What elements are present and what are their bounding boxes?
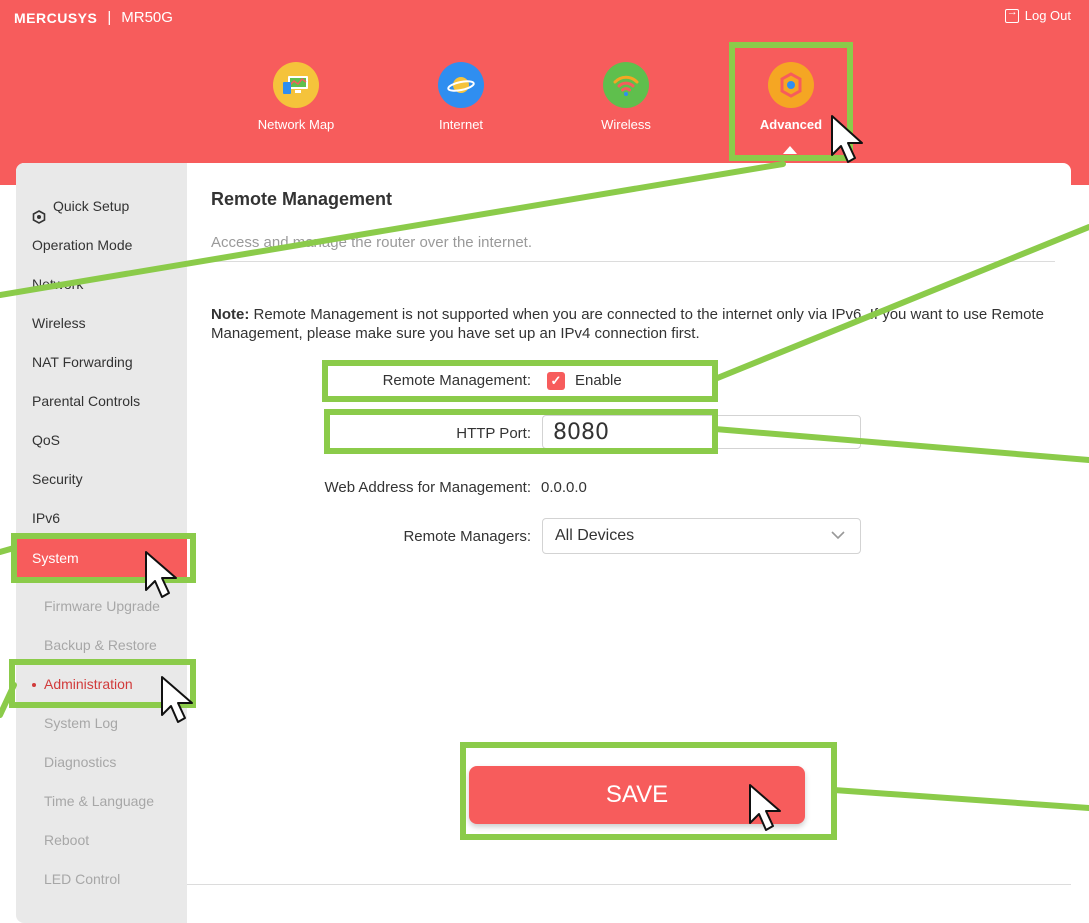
chevron-down-icon <box>830 527 846 548</box>
http-port-input[interactable] <box>543 416 860 448</box>
enable-label: Enable <box>575 372 622 389</box>
brand-logo: MERCUSYS <box>14 9 98 26</box>
enable-checkbox[interactable]: ✓ <box>547 372 565 390</box>
nav-wireless[interactable]: Wireless <box>561 62 691 132</box>
logout-button[interactable]: Log Out <box>1004 6 1071 23</box>
sidebar-item-security[interactable]: Security <box>16 460 187 499</box>
remote-managers-label: Remote Managers: <box>403 528 531 545</box>
model-name: MR50G <box>121 9 173 26</box>
nav-internet[interactable]: Internet <box>396 62 526 132</box>
note-text: Note: Remote Management is not supported… <box>211 305 1061 343</box>
logout-label: Log Out <box>1024 8 1071 23</box>
sidebar-subitem-system-log[interactable]: System Log <box>16 704 187 743</box>
sidebar-label-administration: Administration <box>44 676 133 692</box>
sidebar-item-system[interactable]: System <box>16 539 187 578</box>
nav-label-wireless: Wireless <box>601 117 651 132</box>
nav-advanced[interactable]: Advanced <box>726 62 856 132</box>
sidebar-subitem-time-language[interactable]: Time & Language <box>16 782 187 821</box>
sidebar-subitem-led-control[interactable]: LED Control <box>16 860 187 899</box>
sidebar-subitem-reboot[interactable]: Reboot <box>16 821 187 860</box>
sidebar-subitem-backup-restore[interactable]: Backup & Restore <box>16 626 187 665</box>
remote-managers-value: All Devices <box>555 527 635 544</box>
callout-line-system <box>0 545 17 555</box>
web-address-label: Web Address for Management: <box>324 479 532 496</box>
divider <box>211 261 1055 262</box>
sidebar-item-parental-controls[interactable]: Parental Controls <box>16 382 187 421</box>
sidebar-label-quick-setup: Quick Setup <box>53 198 130 214</box>
http-port-field[interactable] <box>542 415 861 449</box>
remote-management-label: Remote Management: <box>382 372 531 389</box>
web-address-value: 0.0.0.0 <box>541 479 587 496</box>
brand-separator: | <box>107 9 112 26</box>
sidebar-subitem-diagnostics[interactable]: Diagnostics <box>16 743 187 782</box>
http-port-label: HTTP Port: <box>456 425 531 442</box>
sidebar-item-wireless[interactable]: Wireless <box>16 304 187 343</box>
remote-managers-select[interactable]: All Devices <box>542 518 861 554</box>
sidebar-item-quick-setup[interactable]: Quick Setup <box>16 187 187 226</box>
nav-network-map[interactable]: Network Map <box>231 62 361 132</box>
logout-icon <box>1004 6 1019 23</box>
sidebar: Quick Setup Operation Mode Network Wirel… <box>16 163 187 923</box>
sidebar-subitem-administration[interactable]: Administration <box>16 665 187 704</box>
callout-line-administration <box>0 682 17 718</box>
checkmark-icon: ✓ <box>550 373 562 388</box>
wifi-icon <box>603 62 649 108</box>
page-description: Access and manage the router over the in… <box>211 234 533 251</box>
top-banner: MERCUSYS | MR50G Log Out Network Map Int… <box>0 0 1089 185</box>
gear-icon <box>768 62 814 108</box>
nav-label-internet: Internet <box>438 117 484 132</box>
sidebar-item-qos[interactable]: QoS <box>16 421 187 460</box>
note-label: Note: <box>211 306 250 323</box>
nav-label-network-map: Network Map <box>257 117 335 132</box>
active-tab-caret <box>783 146 797 154</box>
save-button[interactable]: SAVE <box>469 766 805 824</box>
sidebar-item-network[interactable]: Network <box>16 265 187 304</box>
active-bullet <box>32 683 36 688</box>
sidebar-item-nat-forwarding[interactable]: NAT Forwarding <box>16 343 187 382</box>
brand: MERCUSYS | MR50G <box>14 9 173 26</box>
internet-globe-icon <box>438 62 484 108</box>
sidebar-subitem-firmware-upgrade[interactable]: Firmware Upgrade <box>16 587 187 626</box>
sidebar-item-ipv6[interactable]: IPv6 <box>16 499 187 538</box>
bottom-divider <box>187 884 1071 885</box>
note-body: Remote Management is not supported when … <box>211 306 1044 342</box>
quick-setup-icon <box>32 200 46 225</box>
nav-label-advanced: Advanced <box>759 117 823 132</box>
sidebar-item-operation-mode[interactable]: Operation Mode <box>16 226 187 265</box>
network-map-icon <box>273 62 319 108</box>
page-title: Remote Management <box>211 189 393 209</box>
